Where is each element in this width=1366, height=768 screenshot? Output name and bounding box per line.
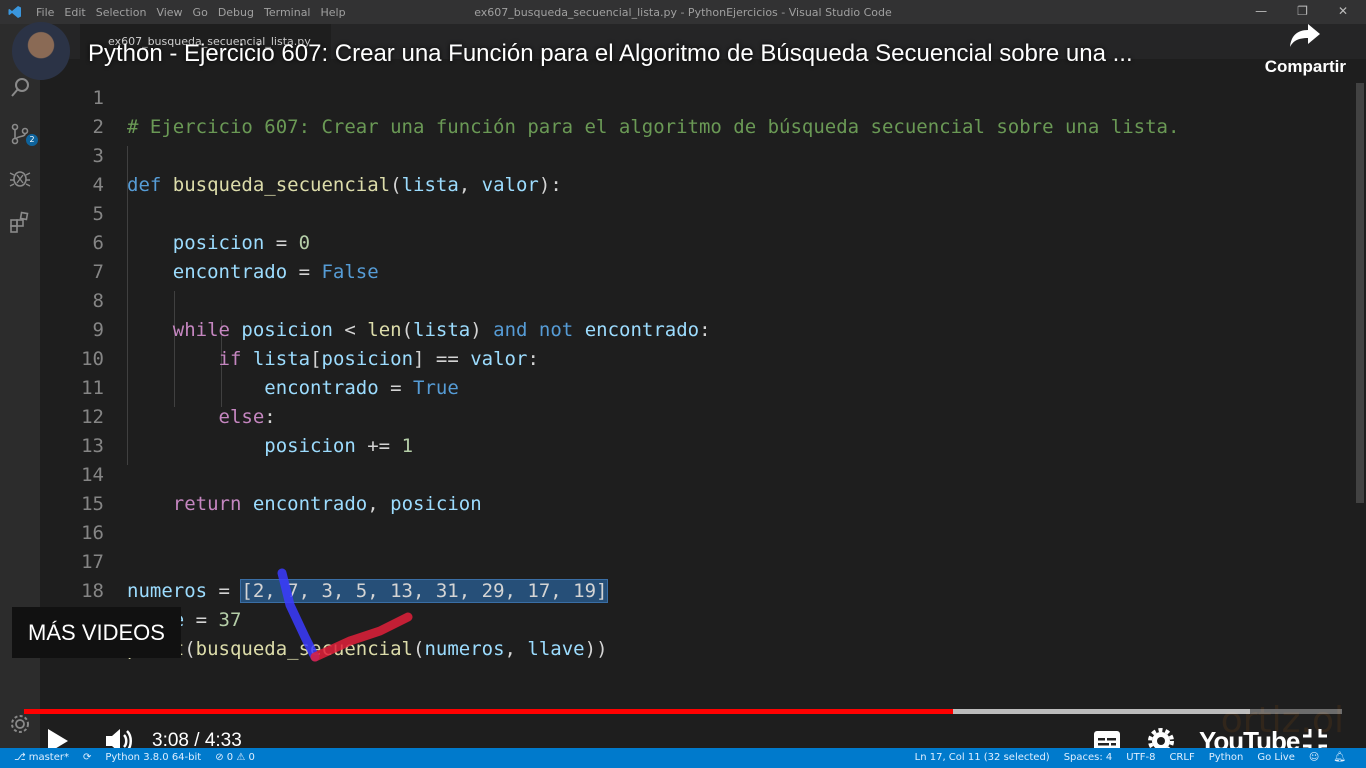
cursor-position[interactable]: Ln 17, Col 11 (32 selected) [915, 748, 1050, 768]
close-icon[interactable]: ✕ [1338, 4, 1348, 18]
sync-icon[interactable]: ⟳ [83, 748, 91, 768]
language-mode[interactable]: Python [1209, 748, 1244, 768]
progress-bar[interactable] [24, 709, 1342, 714]
window-controls: — ❐ ✕ [1255, 4, 1348, 18]
cursor-trail-icon [277, 568, 413, 662]
share-button[interactable]: Compartir [1265, 22, 1346, 77]
indentation[interactable]: Spaces: 4 [1064, 748, 1113, 768]
more-videos-button[interactable]: MÁS VIDEOS [12, 607, 181, 658]
source-control-icon[interactable]: 2 [8, 122, 38, 146]
source-control-badge: 2 [26, 134, 38, 146]
code-line-11: 11 else: [40, 345, 1340, 428]
code-line-8: 8 while posicion < len(lista) and not en… [40, 258, 1340, 341]
code-line-10: 10 encontrado = True [40, 316, 1340, 399]
python-interpreter[interactable]: Python 3.8.0 64-bit [105, 748, 201, 768]
variable: llave [527, 638, 585, 660]
editor-scrollbar[interactable] [1354, 59, 1366, 709]
channel-avatar[interactable] [12, 22, 70, 80]
share-arrow-icon [1290, 24, 1321, 47]
code-line-2: 2 [40, 84, 1340, 138]
code-line-13: 13 [40, 403, 1340, 457]
code-line-16: 16 [40, 490, 1340, 544]
restore-icon[interactable]: ❐ [1297, 4, 1308, 18]
code-line-18: 18 llave = 37 [40, 548, 1340, 631]
code-line-19: 19 print(busqueda_secuencial(numeros, ll… [40, 577, 1340, 660]
code-line-12: 12 posicion += 1 [40, 374, 1340, 457]
code-line-5: 5 posicion = 0 [40, 171, 1340, 254]
notifications-icon[interactable]: 🔔︎ [1333, 748, 1346, 768]
code-line-3: 3 def busqueda_secuencial(lista, valor): [40, 113, 1340, 196]
code-line-4: 4 [40, 142, 1340, 196]
variable: numeros [424, 638, 505, 660]
progress-played [24, 709, 954, 714]
git-branch[interactable]: ⎇ master* [14, 748, 69, 768]
branch-label: master* [28, 752, 69, 763]
code-line-15: 15 [40, 461, 1340, 515]
code-editor[interactable]: 1 # Ejercicio 607: Crear una función par… [40, 59, 1354, 709]
code-line-17: 17 numeros = [2, 7, 3, 5, 13, 31, 29, 17… [40, 519, 1340, 603]
window-title: ex607_busqueda_secuencial_lista.py - Pyt… [474, 6, 892, 19]
code-line-20: 20 [40, 606, 1340, 660]
line-ending[interactable]: CRLF [1169, 748, 1194, 768]
extensions-icon[interactable] [8, 210, 32, 234]
vscode-menubar: File Edit Selection View Go Debug Termin… [0, 0, 1366, 24]
go-live-button[interactable]: Go Live [1257, 748, 1294, 768]
scrollbar-thumb[interactable] [1356, 83, 1364, 503]
debug-icon[interactable] [8, 166, 32, 190]
code-line-7: 7 [40, 229, 1340, 283]
problems-indicator[interactable]: ⊘ 0 ⚠ 0 [215, 748, 255, 768]
code-line-14: 14 return encontrado, posicion [40, 432, 1340, 515]
encoding[interactable]: UTF-8 [1126, 748, 1155, 768]
feedback-icon[interactable]: ☺ [1309, 748, 1319, 768]
share-label: Compartir [1264, 57, 1346, 76]
status-bar: ⎇ master* ⟳ Python 3.8.0 64-bit ⊘ 0 ⚠ 0 … [0, 748, 1366, 768]
search-icon[interactable] [8, 76, 32, 100]
code-line-6: 6 encontrado = False [40, 200, 1340, 283]
video-title[interactable]: Python - Ejercicio 607: Crear una Funció… [88, 40, 1133, 68]
minimize-icon[interactable]: — [1255, 4, 1267, 18]
code-line-9: 9 if lista[posicion] == valor: [40, 287, 1340, 370]
